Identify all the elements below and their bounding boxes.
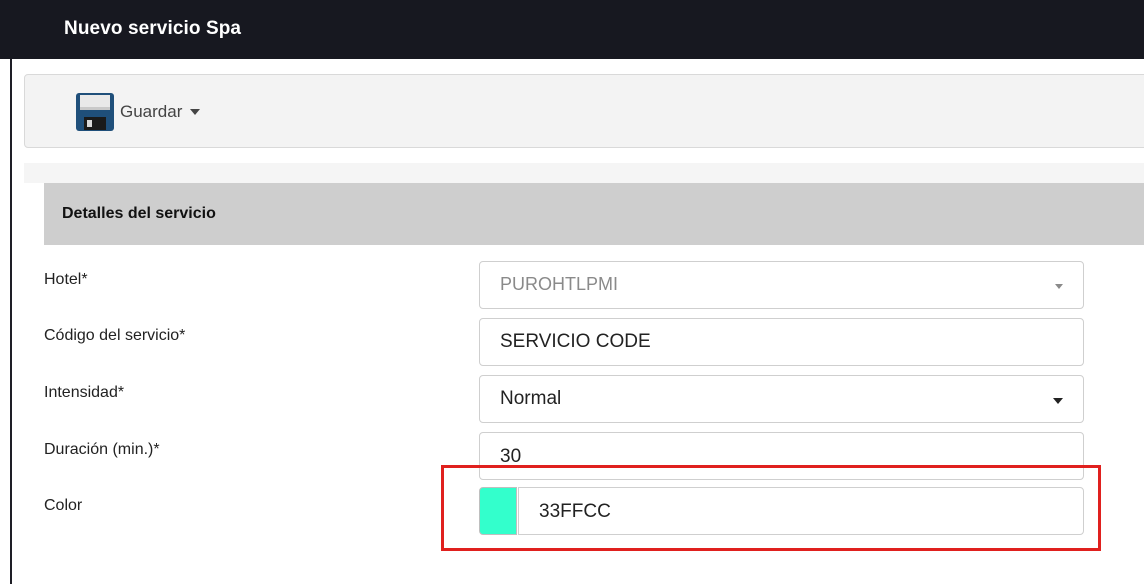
save-button[interactable]: Guardar <box>75 91 201 133</box>
section-title: Detalles del servicio <box>62 205 216 222</box>
codigo-label: Código del servicio* <box>44 327 186 344</box>
floppy-disk-icon <box>76 93 114 131</box>
chevron-down-icon <box>1055 284 1063 289</box>
left-border <box>10 59 12 584</box>
chevron-down-icon[interactable] <box>190 109 201 115</box>
codigo-value: SERVICIO CODE <box>500 331 651 352</box>
intensidad-label: Intensidad* <box>44 384 125 401</box>
hotel-value: PUROHTLPMI <box>500 274 619 294</box>
intensidad-select[interactable]: Normal <box>479 375 1084 423</box>
codigo-input[interactable]: SERVICIO CODE <box>479 318 1084 366</box>
section-header: Detalles del servicio <box>44 183 1144 245</box>
hotel-label: Hotel* <box>44 271 88 288</box>
duracion-label: Duración (min.)* <box>44 441 160 458</box>
highlight-box <box>441 465 1101 551</box>
save-button-label: Guardar <box>120 102 183 121</box>
color-label: Color <box>44 497 83 514</box>
panel-top-strip <box>24 163 1144 183</box>
app-window: Nuevo servicio Spa Guardar Detalles del … <box>0 0 1144 584</box>
chevron-down-icon <box>1053 398 1063 404</box>
intensidad-value: Normal <box>500 388 562 409</box>
window-title: Nuevo servicio Spa <box>64 18 242 39</box>
hotel-select[interactable]: PUROHTLPMI <box>479 261 1084 309</box>
title-bar: Nuevo servicio Spa <box>0 0 1144 59</box>
toolbar: Guardar <box>24 74 1144 148</box>
